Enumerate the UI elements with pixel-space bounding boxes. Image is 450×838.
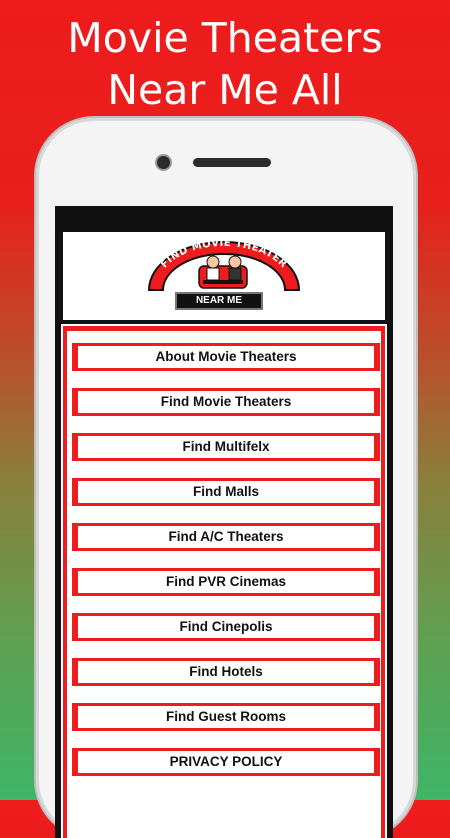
menu-item-find-multiplex[interactable]: Find Multifelx: [72, 433, 380, 461]
headline-line-2: Near Me All: [107, 66, 343, 114]
menu-item-find-cinepolis[interactable]: Find Cinepolis: [72, 613, 380, 641]
menu-item-privacy-policy[interactable]: PRIVACY POLICY: [72, 748, 380, 776]
earpiece-speaker-icon: [193, 158, 271, 167]
menu-item-find-malls[interactable]: Find Malls: [72, 478, 380, 506]
menu-item-about-movie-theaters[interactable]: About Movie Theaters: [72, 343, 380, 371]
phone-screen: FIND MOVIE THEATER NEAR ME About Movie T…: [55, 206, 393, 838]
status-bar: [55, 206, 393, 232]
menu-item-find-guest-rooms[interactable]: Find Guest Rooms: [72, 703, 380, 731]
menu-item-find-movie-theaters[interactable]: Find Movie Theaters: [72, 388, 380, 416]
menu-list: About Movie Theaters Find Movie Theaters…: [67, 331, 381, 838]
menu-item-label: Find Multifelx: [78, 436, 374, 458]
menu-item-label: Find Hotels: [78, 661, 374, 683]
menu-item-find-pvr-cinemas[interactable]: Find PVR Cinemas: [72, 568, 380, 596]
near-me-badge: NEAR ME: [175, 292, 263, 310]
menu-item-label: Find Movie Theaters: [78, 391, 374, 413]
menu-item-label: PRIVACY POLICY: [78, 751, 374, 773]
menu-item-find-ac-theaters[interactable]: Find A/C Theaters: [72, 523, 380, 551]
app-logo: FIND MOVIE THEATER NEAR ME: [63, 232, 385, 320]
headline-line-1: Movie Theaters: [67, 14, 383, 62]
phone-mockup: FIND MOVIE THEATER NEAR ME About Movie T…: [36, 118, 416, 838]
promo-headline: Movie Theaters Near Me All: [0, 12, 450, 116]
menu-item-label: Find A/C Theaters: [78, 526, 374, 548]
menu-item-label: Find PVR Cinemas: [78, 571, 374, 593]
menu-item-label: About Movie Theaters: [78, 346, 374, 368]
menu-item-label: Find Malls: [78, 481, 374, 503]
menu-frame: About Movie Theaters Find Movie Theaters…: [63, 326, 385, 838]
menu-item-label: Find Guest Rooms: [78, 706, 374, 728]
menu-item-label: Find Cinepolis: [78, 616, 374, 638]
menu-item-find-hotels[interactable]: Find Hotels: [72, 658, 380, 686]
front-camera-icon: [157, 156, 170, 169]
menu-panel: About Movie Theaters Find Movie Theaters…: [61, 320, 387, 838]
